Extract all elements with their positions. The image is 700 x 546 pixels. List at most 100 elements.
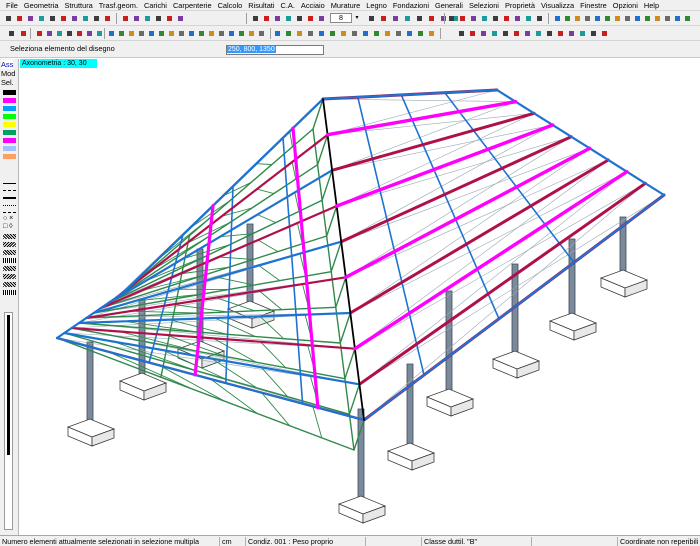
roof-bracing[interactable]	[331, 101, 516, 171]
front-gable-right[interactable]	[362, 193, 666, 422]
toolbar1-tool-26-icon[interactable]	[390, 13, 400, 23]
color-swatch-8[interactable]	[3, 154, 16, 159]
toolbar2-tool-47-icon[interactable]	[533, 28, 543, 38]
back-gable-right[interactable]	[321, 88, 499, 101]
truss-web[interactable]	[255, 163, 273, 165]
toolbar1-tool-10-icon[interactable]	[120, 13, 130, 23]
truss-web[interactable]	[257, 214, 277, 224]
toolbar2-tool-33-icon[interactable]	[360, 28, 370, 38]
truss-chord[interactable]	[330, 240, 342, 273]
toolbar1-tool-49-icon[interactable]	[632, 13, 642, 23]
toolbar2-tool-48-icon[interactable]	[544, 28, 554, 38]
rafter-5[interactable]	[344, 146, 592, 280]
polyline-icon[interactable]	[18, 28, 28, 38]
color-swatch-6[interactable]	[3, 138, 16, 143]
toolbar1-tool-14-icon[interactable]	[164, 13, 174, 23]
toolbar1-tool-11-icon[interactable]	[131, 13, 141, 23]
menu-item-legno[interactable]: Legno	[363, 0, 390, 11]
toolbar2-tool-28-icon[interactable]	[305, 28, 315, 38]
menu-item-risultati[interactable]: Risultati	[245, 0, 277, 11]
menu-item-c-a[interactable]: C.A.	[278, 0, 298, 11]
mode-modify[interactable]: Mod	[1, 69, 15, 78]
toolbar2-tool-50-icon[interactable]	[566, 28, 576, 38]
toolbar1-tool-36-icon[interactable]	[490, 13, 500, 23]
color-swatch-2[interactable]	[3, 106, 16, 111]
toolbar1-tool-17-icon[interactable]	[261, 13, 271, 23]
toolbar1-tool-47-icon[interactable]	[612, 13, 622, 23]
toolbar2-tool-14-icon[interactable]	[156, 28, 166, 38]
toolbar1-tool-44-icon[interactable]	[582, 13, 592, 23]
coordinate-input[interactable]: 250, 800, 1350	[226, 45, 324, 55]
hatch-pattern-5[interactable]	[3, 266, 16, 271]
color-swatch-0[interactable]	[3, 90, 16, 95]
toolbar1-tool-20-icon[interactable]	[294, 13, 304, 23]
roof-bracing[interactable]	[331, 124, 554, 171]
toolbar2-tool-7-icon[interactable]	[84, 28, 94, 38]
right-column-3[interactable]	[445, 290, 453, 398]
toolbar2-tool-49-icon[interactable]	[555, 28, 565, 38]
toolbar1-tool-24-icon[interactable]	[366, 13, 376, 23]
toolbar2-tool-51-icon[interactable]	[577, 28, 587, 38]
color-swatch-5[interactable]	[3, 130, 16, 135]
toolbar1-tool-38-icon[interactable]	[512, 13, 522, 23]
toolbar1-tool-21-icon[interactable]	[305, 13, 315, 23]
print-icon[interactable]	[36, 13, 46, 23]
truss-web[interactable]	[257, 239, 279, 253]
toolbar1-tool-27-icon[interactable]	[402, 13, 412, 23]
toolbar2-tool-38-icon[interactable]	[415, 28, 425, 38]
toolbar1-tool-50-icon[interactable]	[642, 13, 652, 23]
purlin-right-2[interactable]	[443, 91, 575, 264]
toolbar1-tool-39-icon[interactable]	[523, 13, 533, 23]
toolbar2-tool-37-icon[interactable]	[404, 28, 414, 38]
toolbar2-tool-46-icon[interactable]	[522, 28, 532, 38]
roof-bracing[interactable]	[322, 98, 516, 103]
menu-item-acciaio[interactable]: Acciaio	[298, 0, 328, 11]
toolbar2-tool-16-icon[interactable]	[176, 28, 186, 38]
toolbar2-tool-20-icon[interactable]	[216, 28, 226, 38]
purlin-left-0[interactable]	[282, 137, 304, 405]
toolbar1-tool-45-icon[interactable]	[592, 13, 602, 23]
longitudinal-rafter-0[interactable]	[291, 126, 320, 410]
toolbar2-tool-17-icon[interactable]	[186, 28, 196, 38]
toolbar1-tool-41-icon[interactable]	[552, 13, 562, 23]
level-counter[interactable]: 8	[330, 13, 352, 23]
mode-assign[interactable]: Ass	[1, 60, 14, 69]
hatch-pattern-7[interactable]	[3, 282, 16, 287]
toolbar1-tool-18-icon[interactable]	[272, 13, 282, 23]
toolbar1-tool-29-icon[interactable]	[426, 13, 436, 23]
main-beam-4[interactable]	[339, 135, 573, 244]
toolbar2-tool-26-icon[interactable]	[283, 28, 293, 38]
color-swatch-3[interactable]	[3, 114, 16, 119]
truss-web[interactable]	[312, 405, 323, 439]
hatch-pattern-3[interactable]	[3, 250, 16, 255]
menu-item-generali[interactable]: Generali	[432, 0, 466, 11]
toolbar2-tool-35-icon[interactable]	[382, 28, 392, 38]
shape-symbols-icon[interactable]: □ ◊	[3, 223, 13, 230]
toolbar1-tool-19-icon[interactable]	[283, 13, 293, 23]
point-symbols-icon[interactable]: ○ ×	[3, 215, 13, 222]
toolbar2-tool-41-icon[interactable]	[467, 28, 477, 38]
save-icon[interactable]	[25, 13, 35, 23]
toolbar1-tool-48-icon[interactable]	[622, 13, 632, 23]
menu-item-help[interactable]: Help	[641, 0, 662, 11]
toolbar2-tool-5-icon[interactable]	[64, 28, 74, 38]
toolbar2-tool-30-icon[interactable]	[327, 28, 337, 38]
toolbar2-tool-12-icon[interactable]	[136, 28, 146, 38]
toolbar2-tool-19-icon[interactable]	[206, 28, 216, 38]
toolbar1-tool-53-icon[interactable]	[672, 13, 682, 23]
truss-chord[interactable]	[335, 276, 347, 309]
truss-chord[interactable]	[344, 348, 356, 380]
toolbar2-tool-4-icon[interactable]	[54, 28, 64, 38]
truss-web[interactable]	[256, 188, 275, 195]
menu-item-fondazioni[interactable]: Fondazioni	[390, 0, 432, 11]
truss-web[interactable]	[158, 364, 226, 402]
toolbar2-tool-25-icon[interactable]	[272, 28, 282, 38]
pan-icon[interactable]	[102, 13, 112, 23]
toolbar2-tool-29-icon[interactable]	[316, 28, 326, 38]
toolbar2-tool-27-icon[interactable]	[294, 28, 304, 38]
toolbar1-tool-33-icon[interactable]	[457, 13, 467, 23]
roof-bracing[interactable]	[349, 148, 591, 314]
drawing-canvas[interactable]: Axonometria : 30, 30	[20, 59, 700, 535]
truss-web[interactable]	[258, 264, 281, 282]
menu-item-geometria[interactable]: Geometria	[21, 0, 62, 11]
